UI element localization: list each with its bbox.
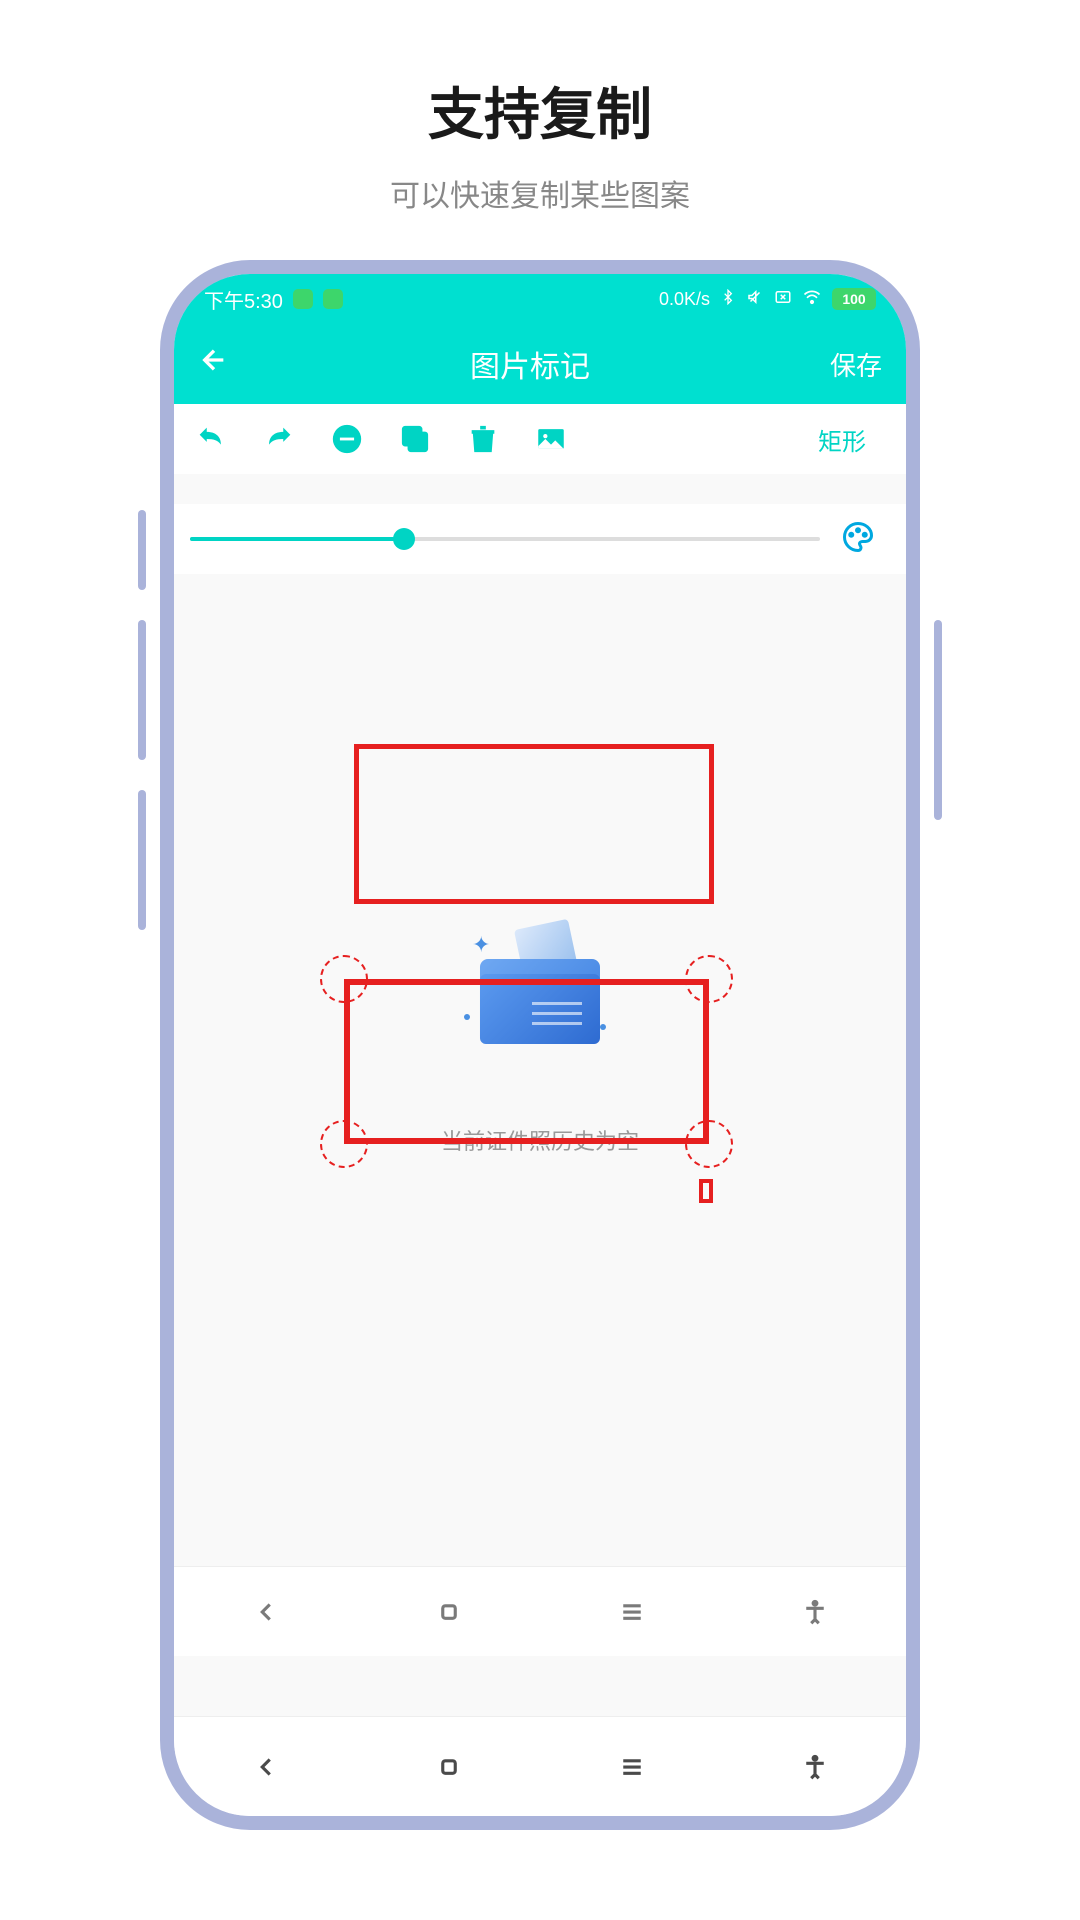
- selected-annotation-rectangle[interactable]: [344, 979, 709, 1144]
- slider-thumb[interactable]: [393, 528, 415, 550]
- app-header: 图片标记 保存: [174, 324, 906, 404]
- resize-handle-top-right[interactable]: [685, 955, 733, 1003]
- promo-title: 支持复制: [0, 70, 1080, 151]
- stroke-width-row: [174, 504, 906, 574]
- annotation-rectangle-small[interactable]: [699, 1179, 713, 1203]
- phone-frame: 下午5:30 0.0K/s 100: [160, 260, 920, 1830]
- image-icon[interactable]: [534, 422, 568, 456]
- nav-recents-icon[interactable]: [592, 1752, 672, 1782]
- bluetooth-icon: [720, 289, 736, 310]
- close-box-icon: [774, 288, 792, 311]
- nav-back-icon[interactable]: [226, 1597, 306, 1627]
- status-net-speed: 0.0K/s: [659, 289, 710, 310]
- save-button[interactable]: 保存: [830, 346, 882, 383]
- nav-home-icon[interactable]: [409, 1597, 489, 1627]
- stroke-width-slider[interactable]: [190, 519, 820, 559]
- mute-icon: [746, 288, 764, 311]
- nav-back-icon[interactable]: [226, 1752, 306, 1782]
- status-app-badge-icon: [323, 289, 343, 309]
- status-bar: 下午5:30 0.0K/s 100: [174, 274, 906, 324]
- resize-handle-bottom-left[interactable]: [320, 1120, 368, 1168]
- back-arrow-icon[interactable]: [198, 343, 230, 385]
- status-time: 下午5:30: [204, 285, 283, 314]
- nav-recents-icon[interactable]: [592, 1597, 672, 1627]
- phone-power-button: [934, 620, 942, 820]
- nav-accessibility-icon[interactable]: [775, 1597, 855, 1627]
- delete-icon[interactable]: [466, 422, 500, 456]
- phone-side-button: [138, 510, 146, 590]
- battery-icon: 100: [832, 288, 876, 310]
- inner-nav-bar: [174, 1566, 906, 1656]
- shape-selector[interactable]: 矩形: [818, 422, 886, 457]
- wifi-icon: [802, 287, 822, 312]
- remove-circle-icon[interactable]: [330, 422, 364, 456]
- undo-icon[interactable]: [194, 422, 228, 456]
- redo-icon[interactable]: [262, 422, 296, 456]
- canvas-area[interactable]: ✦ 当前证件照历史为空: [174, 574, 906, 1664]
- app-title: 图片标记: [230, 342, 830, 386]
- nav-home-icon[interactable]: [409, 1752, 489, 1782]
- color-palette-icon[interactable]: [840, 519, 876, 560]
- status-app-badge-icon: [293, 289, 313, 309]
- phone-volume-down: [138, 790, 146, 930]
- annotation-rectangle[interactable]: [354, 744, 714, 904]
- phone-volume-up: [138, 620, 146, 760]
- promo-header: 支持复制 可以快速复制某些图案: [0, 0, 1080, 215]
- outer-nav-bar: [174, 1716, 906, 1816]
- resize-handle-bottom-right[interactable]: [685, 1120, 733, 1168]
- promo-subtitle: 可以快速复制某些图案: [0, 171, 1080, 215]
- resize-handle-top-left[interactable]: [320, 955, 368, 1003]
- nav-accessibility-icon[interactable]: [775, 1752, 855, 1782]
- copy-icon[interactable]: [398, 422, 432, 456]
- toolbar: 矩形: [174, 404, 906, 474]
